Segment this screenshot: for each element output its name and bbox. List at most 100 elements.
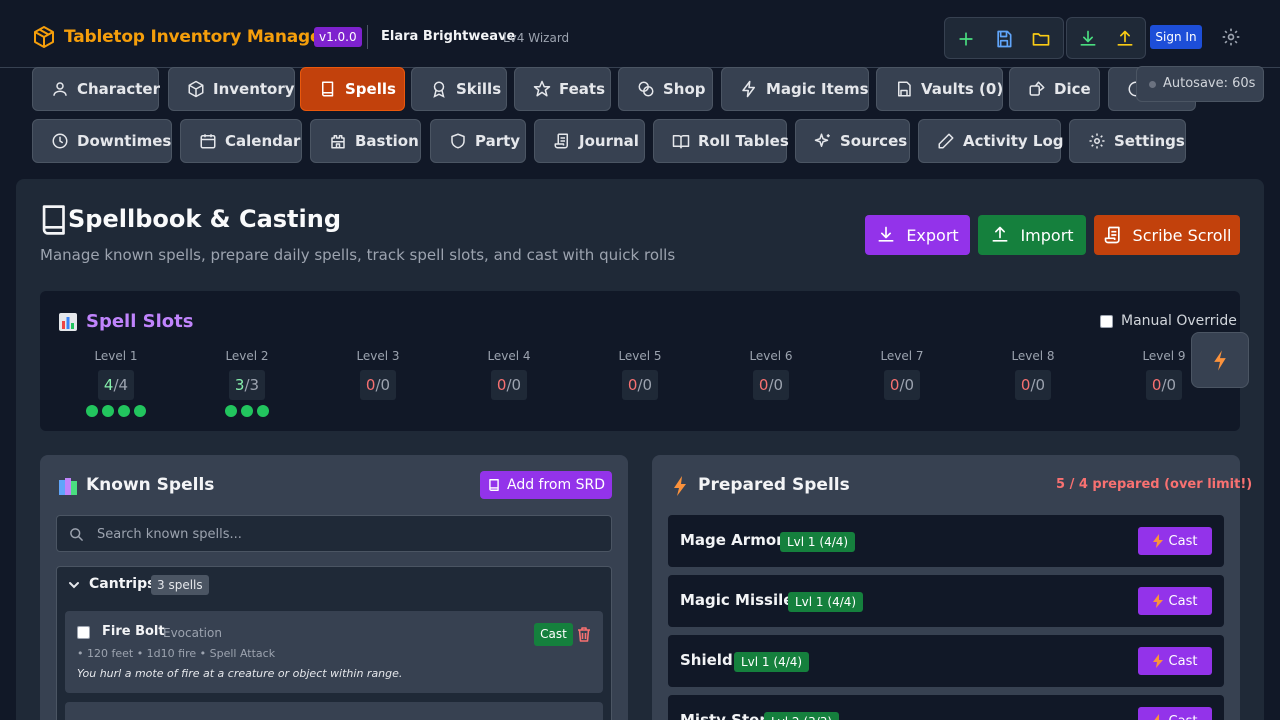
slot-level-label: Level 4	[487, 349, 531, 363]
tab-label: Spells	[345, 80, 396, 98]
tab-vaults[interactable]: Vaults (0)	[876, 67, 1003, 111]
autosave-status-dot	[1149, 81, 1156, 88]
slot-pip[interactable]	[225, 405, 237, 417]
star-icon	[533, 80, 551, 97]
autosave-indicator: Autosave: 60s	[1136, 66, 1264, 102]
tab-inventory[interactable]: Inventory	[168, 67, 295, 111]
slot-count[interactable]: 0/0	[360, 370, 396, 400]
import-button[interactable]: Import	[978, 215, 1086, 255]
pencil-icon	[938, 133, 954, 149]
scribe-label: Scribe Scroll	[1132, 225, 1232, 245]
slot-pip[interactable]	[134, 405, 146, 417]
bar-chart-icon	[59, 313, 77, 331]
cast-label: Cast	[1168, 533, 1198, 549]
tab-label: Inventory	[213, 80, 295, 98]
award-icon	[433, 81, 445, 98]
settings-gear-icon[interactable]	[1221, 27, 1241, 47]
slot-pip[interactable]	[257, 405, 269, 417]
tab-journal[interactable]: Journal	[534, 119, 645, 163]
spell-slot-level-1: Level 1 4/4	[80, 349, 152, 417]
scroll-icon	[554, 133, 568, 149]
cast-button[interactable]: Cast	[1138, 527, 1212, 555]
sparkles-icon	[814, 133, 830, 147]
open-book-icon	[672, 135, 690, 149]
scribe-scroll-button[interactable]: Scribe Scroll	[1094, 215, 1240, 255]
slot-pip[interactable]	[241, 405, 253, 417]
search-icon	[70, 528, 83, 541]
quick-cast-lightning-icon[interactable]	[1191, 332, 1249, 388]
slot-level-label: Level 1	[94, 349, 138, 363]
slot-max: /0	[637, 376, 653, 394]
prepared-spell-name: Magic Missile	[680, 591, 794, 609]
prepared-spell-row: Shield Lvl 1 (4/4) Cast	[668, 635, 1224, 687]
version-badge: v1.0.0	[314, 27, 362, 47]
tab-label: Character	[77, 80, 160, 98]
slot-count[interactable]: 0/0	[884, 370, 920, 400]
character-name: Elara Brightweave	[381, 29, 516, 44]
tab-spells[interactable]: Spells	[300, 67, 405, 111]
tab-skills[interactable]: Skills	[411, 67, 507, 111]
lightning-icon	[1152, 654, 1163, 668]
spell-slot-level-9: Level 9 0/0	[1128, 349, 1200, 400]
tab-calendar[interactable]: Calendar	[180, 119, 302, 163]
save-icon[interactable]	[994, 29, 1014, 49]
add-from-srd-button[interactable]: Add from SRD	[480, 471, 612, 499]
slot-pip[interactable]	[118, 405, 130, 417]
slot-count[interactable]: 0/0	[753, 370, 789, 400]
tab-label: Calendar	[225, 132, 301, 150]
tab-feats[interactable]: Feats	[514, 67, 611, 111]
slot-max: /0	[899, 376, 915, 394]
tab-shop[interactable]: Shop	[618, 67, 713, 111]
slot-pip[interactable]	[86, 405, 98, 417]
castle-icon	[331, 135, 345, 149]
header-divider	[367, 25, 368, 49]
download-icon[interactable]	[1078, 29, 1098, 49]
tab-label: Downtimes	[77, 132, 172, 150]
cast-button[interactable]: Cast	[534, 623, 573, 646]
spell-slot-level-8: Level 8 0/0	[997, 349, 1069, 400]
tab-activity-log[interactable]: Activity Log	[918, 119, 1064, 163]
tab-label: Journal	[579, 132, 639, 150]
coins-icon	[638, 81, 654, 97]
tab-character[interactable]: Character	[32, 67, 160, 111]
folder-icon[interactable]	[1031, 29, 1051, 49]
tab-bastion[interactable]: Bastion	[310, 119, 421, 163]
tab-label: Magic Items	[766, 80, 869, 98]
search-input[interactable]	[97, 524, 577, 544]
add-icon[interactable]	[956, 29, 976, 49]
export-label: Export	[906, 225, 959, 245]
book-icon	[489, 479, 499, 491]
tab-sources[interactable]: Sources	[795, 119, 910, 163]
cast-button[interactable]: Cast	[1138, 647, 1212, 675]
tab-dice[interactable]: Dice	[1009, 67, 1100, 111]
upload-icon[interactable]	[1115, 29, 1135, 49]
cast-button[interactable]: Cast	[1138, 587, 1212, 615]
sign-in-button[interactable]: Sign In	[1150, 25, 1202, 49]
tab-label: Settings	[1114, 132, 1185, 150]
slot-count[interactable]: 4/4	[98, 370, 134, 400]
slot-count[interactable]: 3/3	[229, 370, 265, 400]
spell-select-checkbox[interactable]	[77, 626, 90, 639]
tab-settings[interactable]: Settings	[1069, 119, 1186, 163]
cast-button[interactable]: Cast	[1138, 707, 1212, 720]
app-title: Tabletop Inventory Manager	[64, 27, 330, 47]
tab-roll-tables[interactable]: Roll Tables	[653, 119, 789, 163]
slot-pip[interactable]	[102, 405, 114, 417]
tab-magic-items[interactable]: Magic Items	[721, 67, 869, 111]
chevron-down-icon	[69, 582, 79, 589]
prepared-spell-level-badge: Lvl 1 (4/4)	[788, 592, 864, 612]
slot-count[interactable]: 0/0	[622, 370, 658, 400]
slot-level-label: Level 5	[618, 349, 662, 363]
slot-count[interactable]: 0/0	[1146, 370, 1182, 400]
prepared-spell-level-badge: Lvl 1 (4/4)	[780, 532, 856, 552]
spell-description: You hurl a mote of fire at a creature or…	[77, 667, 403, 680]
slot-count[interactable]: 0/0	[491, 370, 527, 400]
tab-downtimes[interactable]: Downtimes	[32, 119, 172, 163]
tab-party[interactable]: Party	[430, 119, 526, 163]
export-button[interactable]: Export	[865, 215, 970, 255]
manual-override-toggle[interactable]: Manual Override	[1100, 313, 1237, 329]
trash-icon[interactable]	[577, 627, 591, 642]
slot-count[interactable]: 0/0	[1015, 370, 1051, 400]
manual-override-checkbox[interactable]	[1100, 314, 1113, 328]
spell-slot-level-4: Level 4 0/0	[473, 349, 545, 400]
